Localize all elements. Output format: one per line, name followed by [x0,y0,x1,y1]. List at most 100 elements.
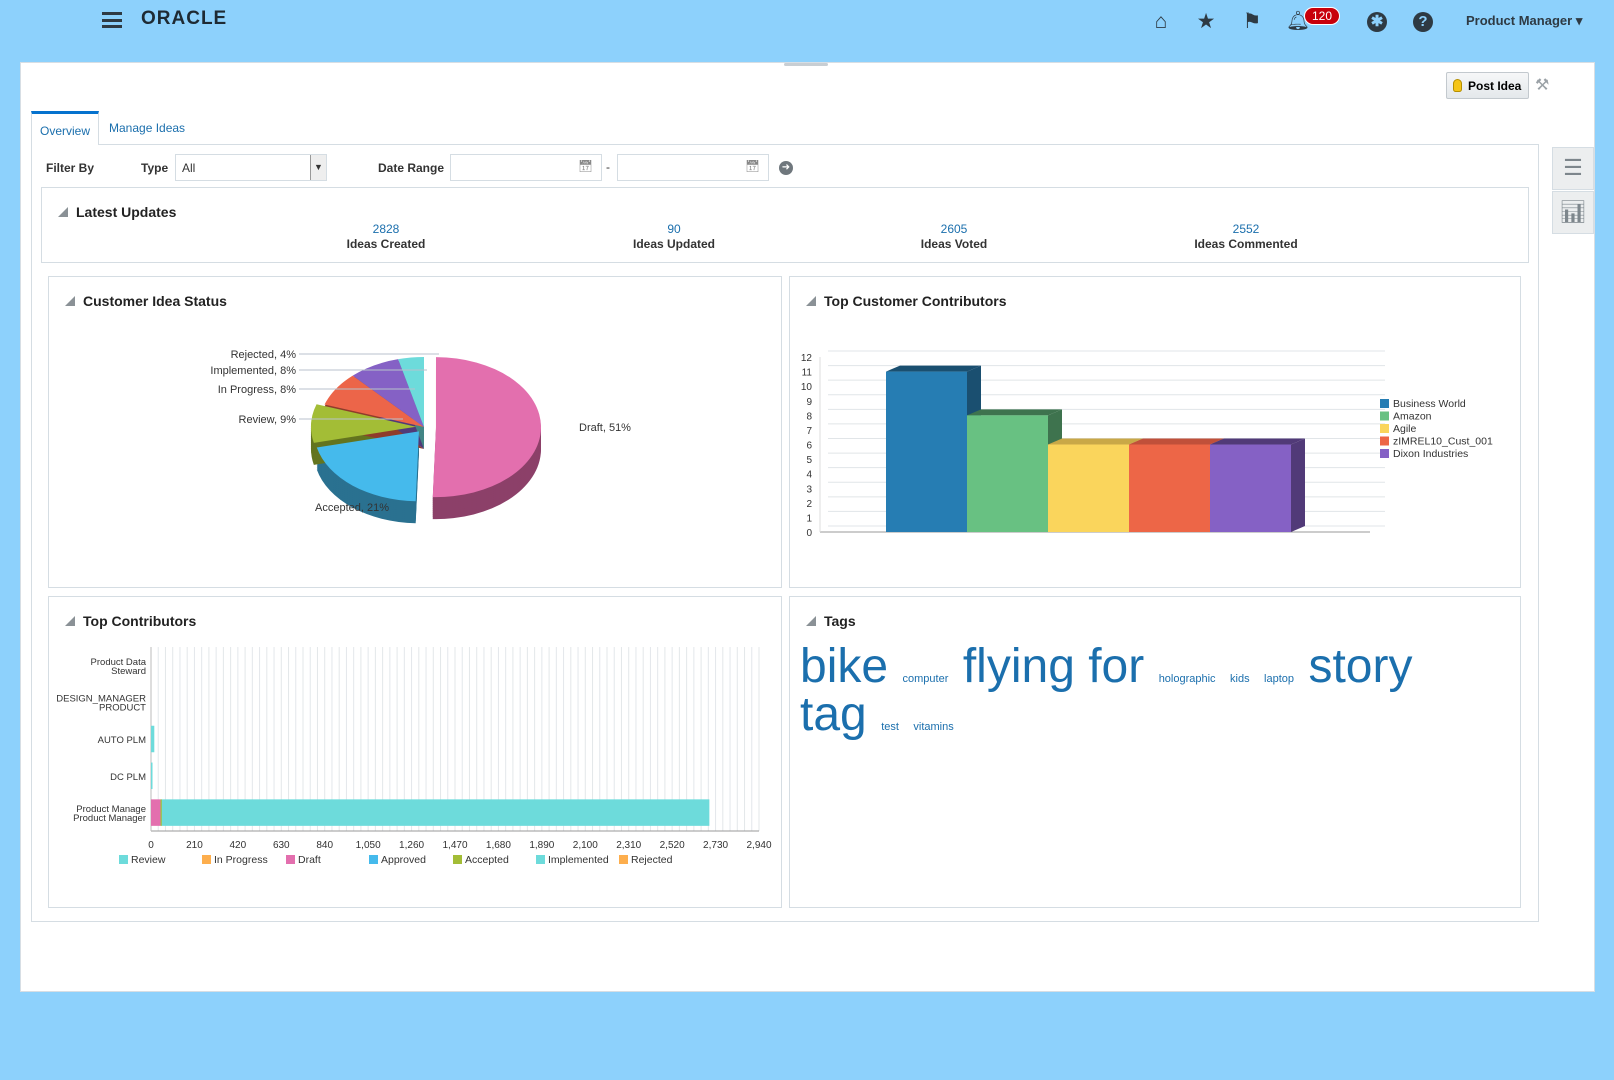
type-label: Type [141,161,169,175]
menu-icon[interactable] [102,12,122,28]
y-tick-label: 9 [806,397,812,408]
flag-icon[interactable]: ⚑ [1240,10,1264,34]
legend-swatch [1380,449,1389,458]
top-contributors-panel: Top Contributors 0 210 420 630 840 1,050 1,260… [48,596,782,908]
x-tick-label: 210 [186,840,203,851]
bar-top [886,365,981,372]
type-select[interactable]: All ▼ [175,154,327,181]
tag-link[interactable]: flying for [963,640,1144,693]
user-menu[interactable]: Product Manager ▾ [1466,13,1582,29]
y-tick-label: 1 [806,513,812,524]
bar-segment [151,762,153,790]
legend-label: Review [131,854,166,866]
tag-link[interactable]: vitamins [913,721,953,733]
legend-label: Agile [1393,423,1417,435]
x-tick-label: 2,730 [703,840,728,851]
bar-top [967,409,1062,416]
category-label: PRODUCT [99,703,146,714]
stat-value[interactable]: 90 [594,222,754,236]
legend-swatch [1380,411,1389,421]
x-tick-label: 420 [230,840,247,851]
drag-handle[interactable] [784,63,828,66]
list-view-icon[interactable]: ☰ [1552,147,1594,190]
y-tick-label: 3 [806,484,812,495]
legend-label: Implemented [548,854,609,866]
bar-segment [151,799,161,826]
legend-label: Rejected [631,854,673,866]
tools-icon[interactable]: ⚒ [1535,75,1549,95]
latest-updates-header[interactable]: Latest Updates [58,204,176,220]
x-tick-label: 1,050 [356,840,381,851]
collapse-icon[interactable] [806,296,816,306]
tag-cloud: bike computer flying for holographic kid… [800,643,1500,739]
x-tick-label: 2,310 [616,840,641,851]
tab-manage-ideas[interactable]: Manage Ideas [101,111,193,144]
legend-label: Amazon [1393,411,1432,423]
x-tick-label: 2,100 [573,840,598,851]
bar-segment [161,799,710,826]
tag-link[interactable]: computer [903,673,949,685]
collapse-icon[interactable] [65,616,75,626]
calendar-icon[interactable]: 📅︎ [578,159,593,173]
collapse-icon[interactable] [806,616,816,626]
chart-view-icon[interactable]: 📊︎ [1552,191,1594,234]
pie-label: In Progress, 8% [218,384,296,396]
legend-label: zIMREL10_Cust_001 [1393,436,1493,448]
y-tick-label: 7 [806,426,812,437]
y-tick-label: 11 [802,368,813,379]
panel-title: Customer Idea Status [83,293,227,309]
legend-swatch [1380,424,1389,433]
accessibility-icon[interactable]: ✱ [1367,12,1387,32]
legend-swatch [619,855,628,864]
tag-link[interactable]: holographic [1159,673,1216,685]
bar-side [1291,438,1305,532]
x-tick-label: 840 [316,840,333,851]
post-idea-label: Post Idea [1468,78,1522,93]
tag-link[interactable]: test [881,721,899,733]
stat-label: Ideas Voted [920,237,988,251]
y-tick-label: 4 [806,470,812,481]
legend-label: Business World [1393,398,1466,410]
legend-swatch [1380,436,1389,446]
category-label: Product Manager [73,813,146,824]
collapse-icon[interactable] [58,207,68,217]
notification-badge: 120 [1304,7,1341,25]
home-icon[interactable]: ⌂ [1149,10,1173,34]
tag-link[interactable]: kids [1230,673,1250,685]
go-arrow-icon[interactable]: ➜ [779,161,793,175]
stat-ideas-commented: 2552 Ideas Commented [1166,222,1326,251]
bar-segment [151,725,155,753]
customer-idea-status-panel: Customer Idea Status Draft, 51% Accepted,… [48,276,782,588]
pie-chart: Draft, 51% Accepted, 21% Review, 9% In Prog… [210,349,631,524]
tag-link[interactable]: laptop [1264,673,1294,685]
star-icon[interactable]: ★ [1194,10,1218,34]
y-tick-label: 8 [806,411,812,422]
oracle-logo[interactable]: ORACLE [141,8,227,30]
panel-header[interactable]: Top Customer Contributors [806,293,1007,309]
stat-value[interactable]: 2828 [306,222,466,236]
help-icon[interactable]: ? [1413,12,1433,32]
legend-label: Approved [381,854,426,866]
panel-header[interactable]: Tags [806,613,856,629]
stat-value[interactable]: 2552 [1166,222,1326,236]
x-tick-label: 630 [273,840,290,851]
legend-swatch [286,855,295,864]
collapse-icon[interactable] [65,296,75,306]
post-idea-button[interactable]: Post Idea [1446,72,1529,99]
bar-top [1129,438,1224,445]
bar [1210,444,1291,532]
section-title: Latest Updates [76,204,177,220]
calendar-icon[interactable]: 📅︎ [745,159,760,173]
panel-header[interactable]: Customer Idea Status [65,293,227,309]
panel-title: Tags [824,613,856,629]
y-tick-label: 10 [801,382,813,393]
dropdown-arrow-icon[interactable]: ▼ [310,155,326,180]
panel-header[interactable]: Top Contributors [65,613,196,629]
date-from-input[interactable]: 📅︎ [450,154,602,181]
date-to-input[interactable]: 📅︎ [617,154,769,181]
stat-value[interactable]: 2605 [874,222,1034,236]
y-tick-label: 6 [806,441,812,452]
panel-title: Top Contributors [83,613,197,629]
tab-overview[interactable]: Overview [31,111,100,145]
tag-link[interactable]: bike [800,640,888,693]
